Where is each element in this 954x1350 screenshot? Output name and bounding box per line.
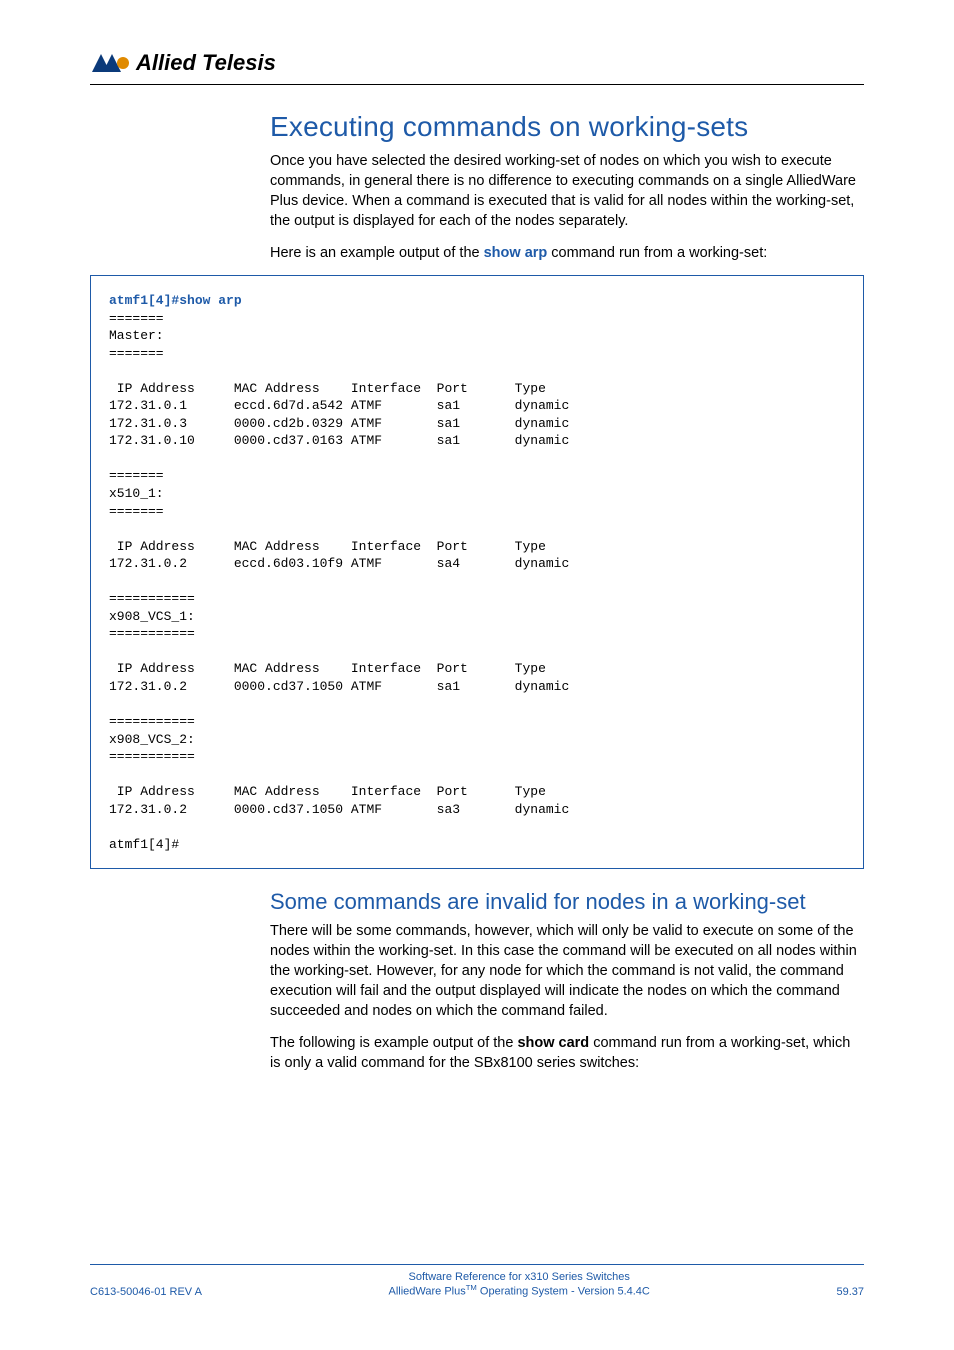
terminal-output: atmf1[4]#show arp ======= Master: ======… bbox=[90, 275, 864, 869]
trademark-tm: TM bbox=[466, 1283, 477, 1292]
subsection-title: Some commands are invalid for nodes in a… bbox=[270, 889, 864, 915]
footer-title-line1: Software Reference for x310 Series Switc… bbox=[202, 1271, 837, 1283]
text-run: AlliedWare Plus bbox=[389, 1286, 466, 1298]
section-paragraph-1: Once you have selected the desired worki… bbox=[270, 151, 864, 231]
footer-rule bbox=[90, 1264, 864, 1265]
text-run: Here is an example output of the bbox=[270, 245, 484, 261]
footer-title-line2: AlliedWare PlusTM Operating System - Ver… bbox=[202, 1283, 837, 1298]
header-rule bbox=[90, 84, 864, 85]
footer-center: Software Reference for x310 Series Switc… bbox=[202, 1271, 837, 1298]
text-run: command run from a working-set: bbox=[547, 245, 767, 261]
page-footer: C613-50046-01 REV A Software Reference f… bbox=[90, 1264, 864, 1298]
brand-logo: Allied Telesis bbox=[90, 50, 864, 76]
section-title: Executing commands on working-sets bbox=[270, 111, 864, 143]
subsection-paragraph-2: The following is example output of the s… bbox=[270, 1033, 864, 1073]
command-link-show-arp[interactable]: show arp bbox=[484, 245, 548, 261]
section-paragraph-2: Here is an example output of the show ar… bbox=[270, 243, 864, 263]
brand-name: Allied Telesis bbox=[136, 50, 276, 76]
footer-page-number: 59.37 bbox=[836, 1286, 864, 1298]
footer-doc-id: C613-50046-01 REV A bbox=[90, 1286, 202, 1298]
brand-mark-icon bbox=[90, 52, 130, 74]
command-bold-show-card: show card bbox=[517, 1035, 589, 1051]
text-run: The following is example output of the bbox=[270, 1035, 517, 1051]
text-run: Operating System - Version 5.4.4C bbox=[477, 1286, 650, 1298]
subsection-paragraph-1: There will be some commands, however, wh… bbox=[270, 921, 864, 1021]
